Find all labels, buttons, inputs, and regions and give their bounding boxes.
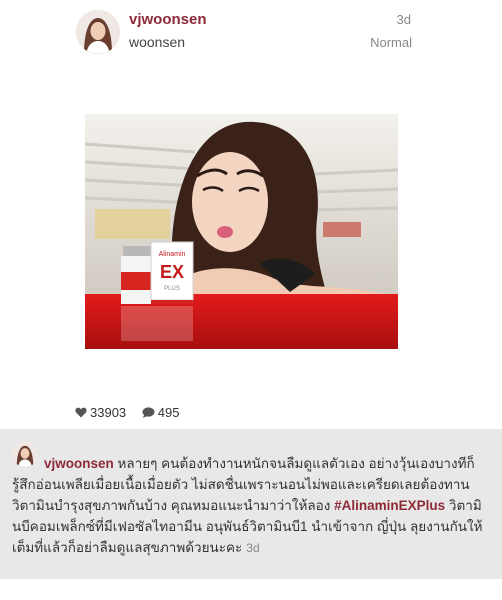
comments-count[interactable]: 495 [142, 404, 180, 420]
post-stats: 33903 495 [75, 403, 191, 420]
likes-value: 33903 [90, 404, 127, 420]
username-link[interactable]: vjwoonsen [129, 11, 207, 28]
woman-face [192, 152, 268, 252]
caption-username[interactable]: vjwoonsen [44, 456, 114, 471]
avatar-photo [76, 10, 120, 54]
caption-hashtag[interactable]: #AlinaminEXPlus [334, 498, 445, 513]
post-time: 3d [396, 12, 411, 27]
location-label[interactable]: woonsen [129, 34, 185, 50]
speech-bubble-icon [142, 406, 155, 418]
post-photo[interactable]: Alinamin EX PLUS [85, 114, 398, 349]
caption-text: vjwoonsen หลายๆ คนต้องทำงานหนักจนลืมดูแล… [12, 453, 494, 559]
caption-time: 3d [246, 541, 260, 555]
post-header: vjwoonsen woonsen 3d Normal [0, 0, 502, 70]
product-box: Alinamin EX PLUS [150, 241, 194, 304]
svg-text:Alinamin: Alinamin [159, 251, 186, 258]
comments-value: 495 [157, 404, 180, 420]
product-bottle [121, 246, 155, 304]
filter-label: Normal [370, 35, 412, 50]
likes-count[interactable]: 33903 [75, 404, 126, 420]
svg-text:EX: EX [160, 262, 184, 282]
heart-icon [75, 407, 87, 418]
caption-section: vjwoonsen หลายๆ คนต้องทำงานหนักจนลืมดูแล… [0, 429, 502, 579]
user-avatar[interactable] [76, 10, 120, 54]
svg-text:PLUS: PLUS [164, 286, 180, 292]
